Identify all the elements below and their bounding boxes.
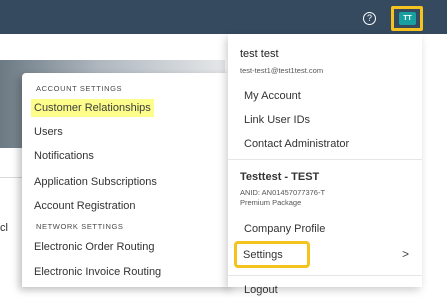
background-partial-text: cl: [0, 222, 8, 234]
menu-item-application-subscriptions[interactable]: Application Subscriptions: [34, 173, 157, 191]
top-navigation-bar: ? TT: [0, 0, 447, 34]
menu-item-account-registration[interactable]: Account Registration: [34, 197, 136, 215]
avatar-highlight: TT: [391, 6, 423, 31]
menu-item-customer-relationships[interactable]: Customer Relationships: [31, 99, 154, 117]
contact-administrator-link[interactable]: Contact Administrator: [244, 136, 349, 152]
settings-menu-item[interactable]: Settings: [234, 241, 310, 268]
company-profile-link[interactable]: Company Profile: [244, 221, 325, 237]
company-package: Premium Package: [240, 198, 302, 207]
menu-item-electronic-order-routing[interactable]: Electronic Order Routing: [34, 238, 154, 256]
network-settings-heading: NETWORK SETTINGS: [36, 222, 124, 231]
company-anid: ANID: AN01457077376-T: [240, 188, 326, 197]
my-account-link[interactable]: My Account: [244, 88, 301, 104]
account-settings-heading: ACCOUNT SETTINGS: [36, 84, 123, 93]
logout-link[interactable]: Logout: [244, 282, 278, 298]
settings-label: Settings: [243, 249, 283, 261]
user-dropdown-menu: test test test-test1@test1test.com My Ac…: [228, 34, 422, 296]
help-icon[interactable]: ?: [363, 12, 376, 25]
company-name: Testtest - TEST: [240, 171, 320, 183]
menu-divider: [228, 275, 422, 276]
menu-item-electronic-invoice-routing[interactable]: Electronic Invoice Routing: [34, 263, 161, 281]
user-avatar-button[interactable]: TT: [399, 12, 416, 25]
chevron-right-icon: >: [402, 247, 410, 261]
user-name: test test: [240, 48, 279, 60]
link-user-ids-link[interactable]: Link User IDs: [244, 112, 310, 128]
settings-submenu: ACCOUNT SETTINGS Customer Relationships …: [22, 73, 234, 287]
menu-item-users[interactable]: Users: [34, 123, 63, 141]
menu-divider: [228, 159, 422, 160]
menu-item-notifications[interactable]: Notifications: [34, 147, 94, 165]
user-email: test-test1@test1test.com: [240, 66, 324, 75]
